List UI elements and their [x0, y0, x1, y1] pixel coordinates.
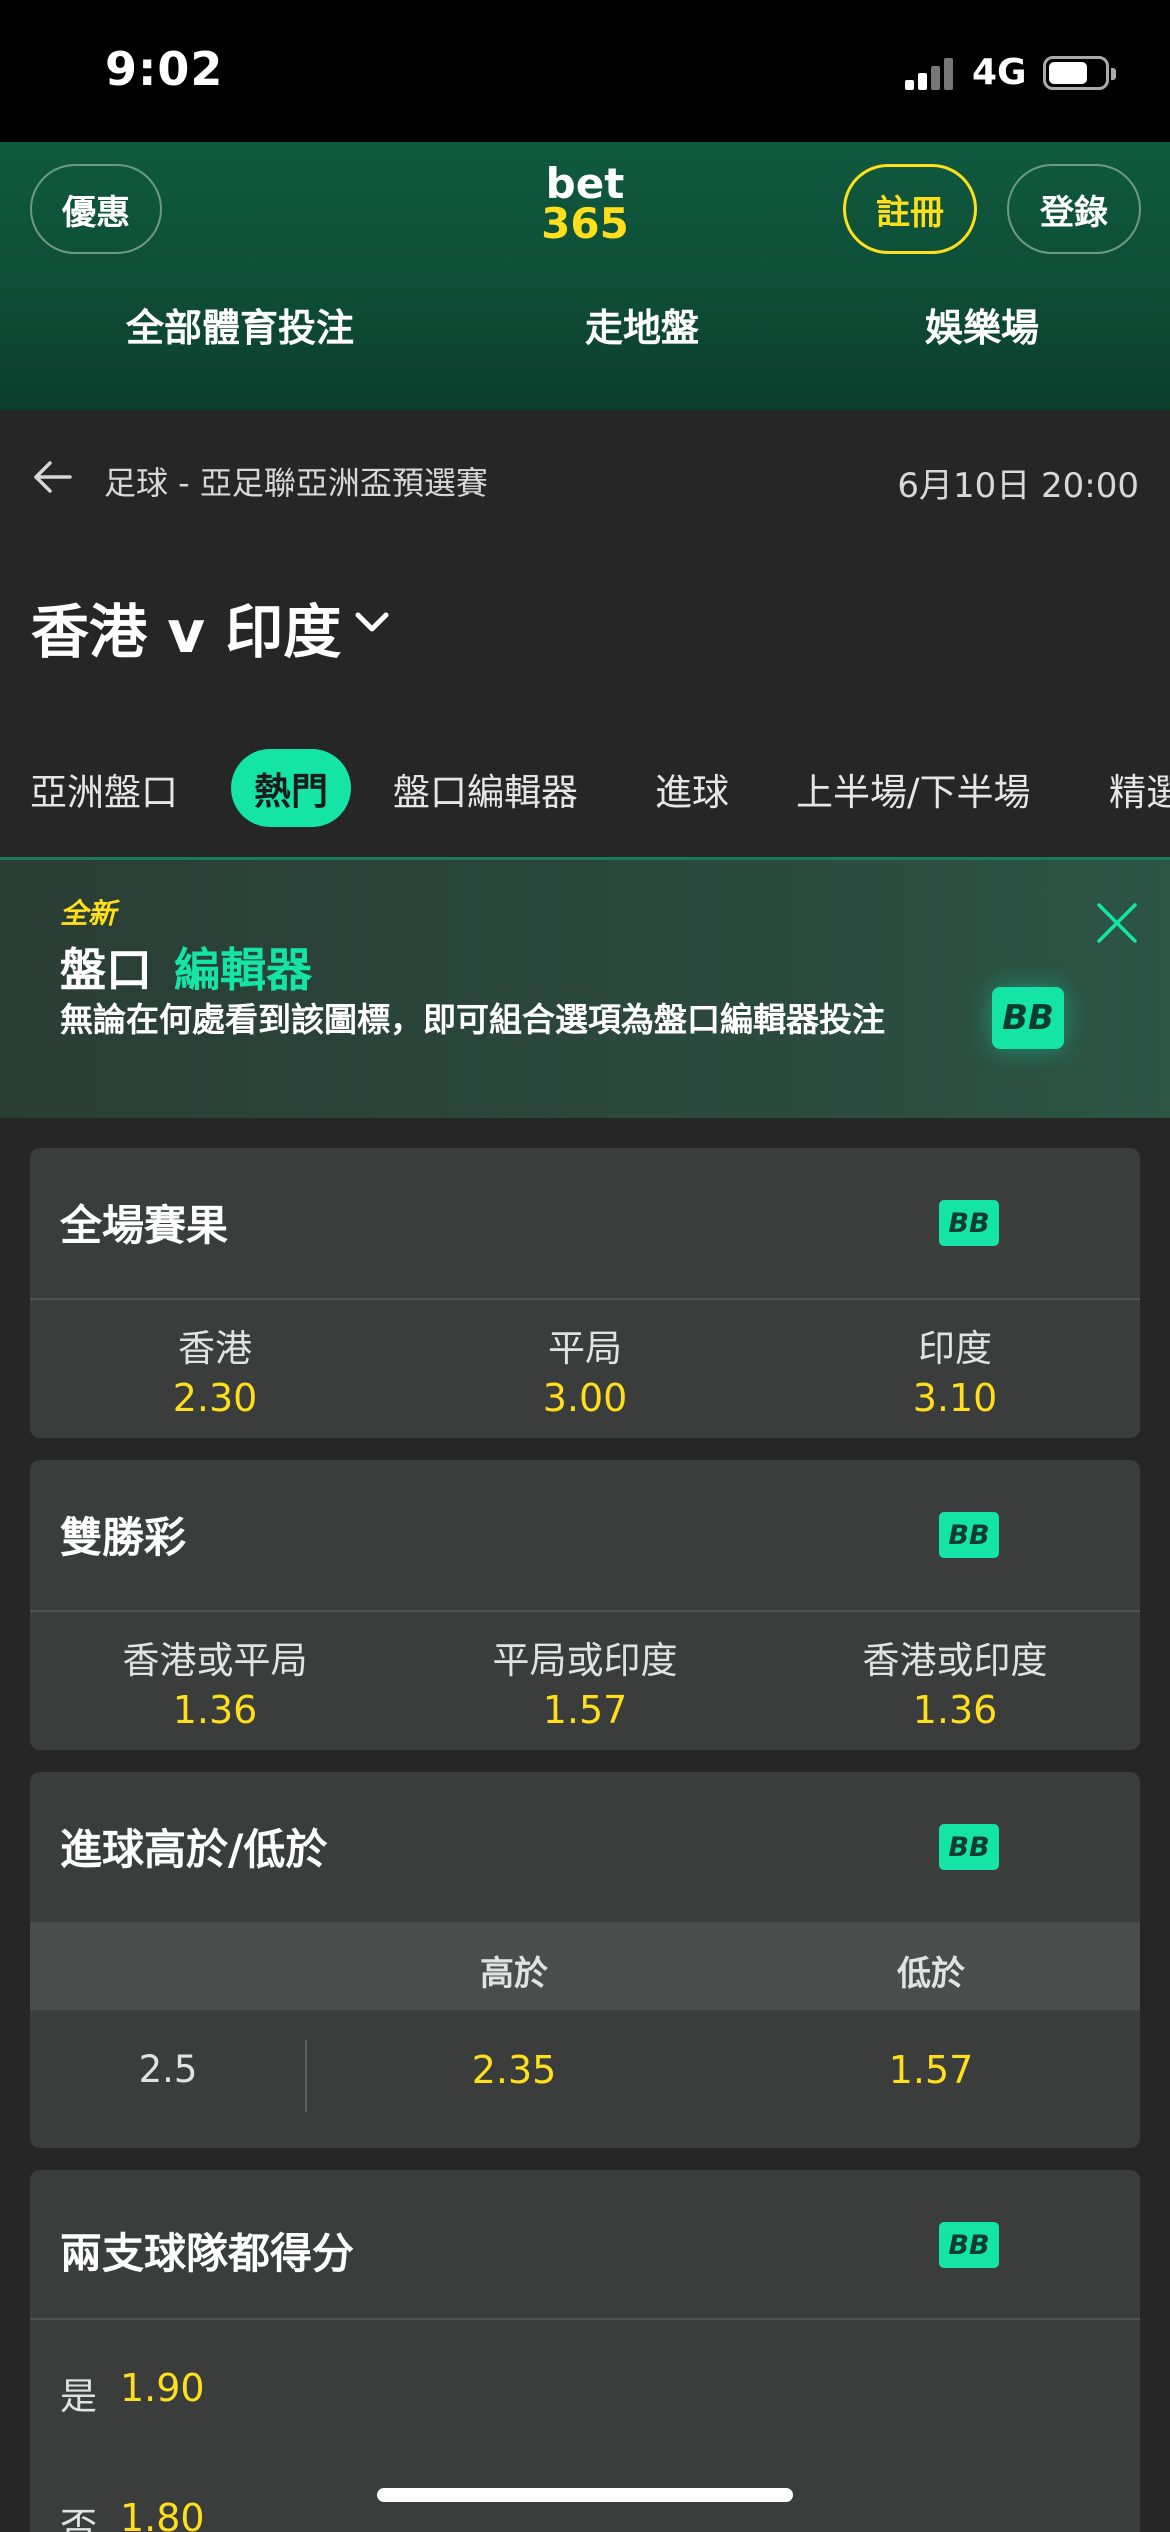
nav-in-play[interactable]: 走地盤: [585, 297, 699, 352]
selection-label: 印度: [918, 1327, 992, 1370]
market-full-time: 全場賽果 BB 香港 2.30 平局 3.00 印度 3.10: [30, 1148, 1140, 1438]
tab-asian-handicap[interactable]: 亞洲盤口: [30, 762, 178, 816]
over-label: 高於: [480, 1954, 548, 1994]
battery-icon: [1043, 56, 1116, 90]
nav-sports[interactable]: 全部體育投注: [126, 297, 354, 352]
selection-label: 平局: [548, 1327, 622, 1370]
back-arrow-icon[interactable]: [30, 455, 74, 499]
bet-builder-badge-icon: BB: [939, 1824, 999, 1870]
market-title[interactable]: 進球高於/低於: [60, 1816, 327, 1877]
status-time: 9:02: [105, 42, 224, 96]
selection-odds: 1.57: [542, 1688, 628, 1732]
column-separator: [305, 2040, 307, 2112]
tab-bet-builder[interactable]: 盤口編輯器: [393, 762, 578, 816]
banner-title-part2: 編輯器: [174, 943, 312, 997]
tab-featured[interactable]: 精選: [1109, 762, 1170, 816]
banner-description: 無論在何處看到該圖標，即可組合選項為盤口編輯器投注: [60, 1000, 885, 1039]
signal-icon: [905, 56, 955, 90]
bet-builder-badge-icon: BB: [939, 1512, 999, 1558]
logo-bottom: 365: [541, 199, 629, 248]
selection-label: 香港或平局: [122, 1639, 308, 1682]
selection-odds: 3.00: [542, 1376, 628, 1420]
market-title[interactable]: 雙勝彩: [60, 1504, 186, 1565]
bet-builder-badge-icon: BB: [992, 987, 1064, 1049]
selection-label: 否: [60, 2505, 97, 2532]
banner-title-part1: 盤口: [60, 943, 152, 997]
nav-casino[interactable]: 娛樂場: [925, 297, 1039, 352]
selection-label: 平局或印度: [492, 1639, 678, 1682]
market-title[interactable]: 兩支球隊都得分: [60, 2220, 354, 2281]
close-icon[interactable]: [1094, 900, 1140, 946]
market-double-chance: 雙勝彩 BB 香港或平局 1.36 平局或印度 1.57 香港或印度 1.36: [30, 1460, 1140, 1750]
breadcrumb[interactable]: 足球 - 亞足聯亞洲盃預選賽: [104, 458, 488, 504]
status-bar: 9:02 4G: [0, 0, 1170, 142]
bet365-logo[interactable]: bet 365: [538, 159, 632, 248]
logo-top: bet: [545, 159, 625, 208]
selection-odds: 1.90: [120, 2366, 205, 2410]
selection-odds: 3.10: [912, 1376, 998, 1420]
selection-label: 香港: [178, 1327, 252, 1370]
login-button[interactable]: 登錄: [1007, 164, 1141, 254]
selection-odds: 2.30: [172, 1376, 258, 1420]
banner-new-label: 全新: [60, 897, 117, 930]
selection-label: 香港或印度: [862, 1639, 1048, 1682]
chevron-down-icon[interactable]: [352, 602, 392, 642]
network-type: 4G: [972, 52, 1027, 93]
selection-odds: 1.36: [172, 1688, 258, 1732]
match-datetime: 6月10日 20:00: [897, 466, 1139, 506]
over-under-header: 高於 低於: [30, 1922, 1140, 2010]
market-over-under: 進球高於/低於 BB 高於 低於 2.5 2.35 1.57: [30, 1772, 1140, 2148]
goal-line: 2.5: [138, 2048, 198, 2091]
register-button[interactable]: 註冊: [843, 164, 977, 254]
home-indicator[interactable]: [377, 2488, 793, 2502]
promotions-button[interactable]: 優惠: [30, 164, 162, 254]
tab-goals[interactable]: 進球: [655, 762, 729, 816]
divider: [30, 2318, 1140, 2320]
tab-half[interactable]: 上半場/下半場: [796, 762, 1030, 816]
bet-builder-badge-icon: BB: [939, 2222, 999, 2268]
under-label: 低於: [897, 1954, 965, 1994]
match-title[interactable]: 香港 v 印度: [31, 585, 341, 669]
divider: [30, 1610, 1140, 1612]
over-odds-button[interactable]: 2.35: [364, 2048, 664, 2092]
selection-odds: 1.36: [912, 1688, 998, 1732]
market-title[interactable]: 全場賽果: [60, 1192, 228, 1253]
market-both-teams-score: 兩支球隊都得分 BB 是 1.90 否 1.80: [30, 2170, 1140, 2532]
selection-odds: 1.80: [120, 2496, 205, 2532]
site-header: 優惠 bet 365 註冊 登錄 全部體育投注 走地盤 娛樂場: [0, 142, 1170, 410]
under-odds-button[interactable]: 1.57: [781, 2048, 1081, 2092]
divider: [30, 1298, 1140, 1300]
tab-popular[interactable]: 熱門: [231, 749, 351, 827]
bet-builder-badge-icon: BB: [939, 1200, 999, 1246]
selection-label: 是: [60, 2375, 97, 2418]
